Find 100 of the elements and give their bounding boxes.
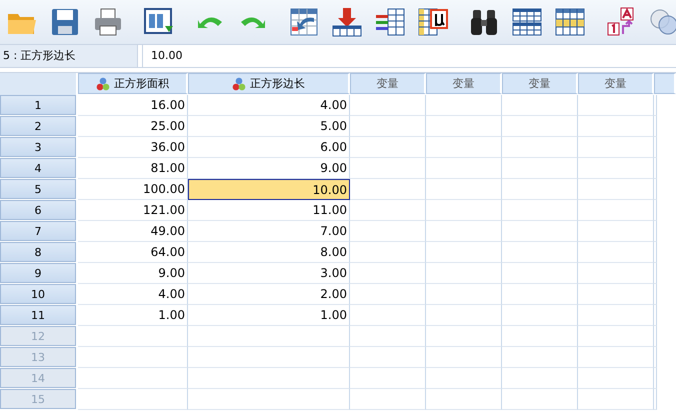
empty-cell[interactable] — [502, 242, 578, 263]
empty-cell[interactable] — [426, 158, 502, 179]
empty-cell[interactable] — [78, 368, 188, 389]
empty-cell[interactable] — [578, 242, 654, 263]
table-cell[interactable]: 1.00 — [188, 305, 350, 326]
row-header[interactable]: 3 — [0, 137, 76, 157]
empty-cell[interactable] — [502, 305, 578, 326]
row-header[interactable]: 5 — [0, 179, 76, 199]
table-cell[interactable]: 81.00 — [78, 158, 188, 179]
row-header[interactable]: 6 — [0, 200, 76, 220]
empty-cell[interactable] — [426, 389, 502, 410]
print-icon[interactable] — [92, 6, 124, 38]
table-cell[interactable]: 9.00 — [78, 263, 188, 284]
empty-cell[interactable] — [502, 347, 578, 368]
table-cell[interactable]: 49.00 — [78, 221, 188, 242]
row-header[interactable]: 4 — [0, 158, 76, 178]
table-cell[interactable]: 1.00 — [78, 305, 188, 326]
empty-cell[interactable] — [654, 158, 657, 179]
empty-cell[interactable] — [188, 368, 350, 389]
table-cell[interactable]: 121.00 — [78, 200, 188, 221]
empty-cell[interactable] — [578, 95, 654, 116]
row-header[interactable]: 9 — [0, 263, 76, 283]
empty-cell[interactable] — [426, 116, 502, 137]
empty-cell[interactable] — [350, 347, 426, 368]
empty-cell[interactable] — [350, 221, 426, 242]
empty-cell[interactable] — [350, 263, 426, 284]
empty-cell[interactable] — [502, 95, 578, 116]
empty-cell[interactable] — [578, 221, 654, 242]
column-header[interactable]: 变量 — [578, 73, 654, 94]
empty-cell[interactable] — [426, 368, 502, 389]
empty-cell[interactable] — [426, 284, 502, 305]
empty-cell[interactable] — [578, 284, 654, 305]
table-cell[interactable]: 4.00 — [188, 95, 350, 116]
empty-cell[interactable] — [654, 137, 657, 158]
table-cell[interactable]: 11.00 — [188, 200, 350, 221]
empty-cell[interactable] — [426, 326, 502, 347]
row-header[interactable]: 2 — [0, 116, 76, 136]
empty-cell[interactable] — [654, 347, 657, 368]
table-cell[interactable]: 2.00 — [188, 284, 350, 305]
row-header[interactable]: 8 — [0, 242, 76, 262]
table-cell[interactable]: 64.00 — [78, 242, 188, 263]
empty-cell[interactable] — [426, 305, 502, 326]
empty-cell[interactable] — [350, 137, 426, 158]
table-cell[interactable]: 25.00 — [78, 116, 188, 137]
empty-cell[interactable] — [426, 347, 502, 368]
empty-cell[interactable] — [350, 326, 426, 347]
empty-cell[interactable] — [578, 158, 654, 179]
empty-cell[interactable] — [78, 347, 188, 368]
empty-cell[interactable] — [426, 200, 502, 221]
empty-cell[interactable] — [426, 221, 502, 242]
empty-cell[interactable] — [426, 95, 502, 116]
empty-cell[interactable] — [654, 116, 657, 137]
insert-row-icon[interactable] — [331, 6, 363, 38]
empty-cell[interactable] — [654, 305, 657, 326]
empty-cell[interactable] — [350, 389, 426, 410]
table-cell[interactable]: 16.00 — [78, 95, 188, 116]
table-cell[interactable]: 3.00 — [188, 263, 350, 284]
corner-cell[interactable] — [0, 73, 78, 95]
empty-cell[interactable] — [502, 326, 578, 347]
empty-cell[interactable] — [654, 263, 657, 284]
column-header[interactable]: 正方形边长 — [188, 73, 350, 94]
empty-cell[interactable] — [426, 242, 502, 263]
empty-cell[interactable] — [502, 137, 578, 158]
empty-cell[interactable] — [654, 200, 657, 221]
empty-cell[interactable] — [502, 368, 578, 389]
column-header[interactable]: 变量 — [426, 73, 502, 94]
empty-cell[interactable] — [426, 179, 502, 200]
empty-cell[interactable] — [578, 179, 654, 200]
empty-cell[interactable] — [578, 368, 654, 389]
grid-arrow-icon[interactable] — [288, 6, 320, 38]
row-header[interactable]: 1 — [0, 95, 76, 115]
empty-cell[interactable] — [654, 221, 657, 242]
empty-cell[interactable] — [78, 389, 188, 410]
empty-cell[interactable] — [578, 326, 654, 347]
empty-cell[interactable] — [654, 389, 657, 410]
insert-column-icon[interactable] — [374, 6, 406, 38]
column-header[interactable]: 正方形面积 — [78, 73, 188, 94]
table-cell[interactable]: 36.00 — [78, 137, 188, 158]
empty-cell[interactable] — [426, 137, 502, 158]
column-header[interactable]: 变量 — [502, 73, 578, 94]
empty-cell[interactable] — [350, 158, 426, 179]
empty-cell[interactable] — [578, 347, 654, 368]
empty-cell[interactable] — [502, 179, 578, 200]
empty-cell[interactable] — [350, 284, 426, 305]
empty-cell[interactable] — [188, 347, 350, 368]
empty-cell[interactable] — [654, 242, 657, 263]
row-header[interactable]: 10 — [0, 284, 76, 304]
empty-cell[interactable] — [578, 200, 654, 221]
grid-icon[interactable] — [554, 6, 586, 38]
empty-cell[interactable] — [502, 158, 578, 179]
empty-cell[interactable] — [502, 116, 578, 137]
empty-cell[interactable] — [350, 200, 426, 221]
table-cell[interactable]: 5.00 — [188, 116, 350, 137]
empty-cell[interactable] — [78, 326, 188, 347]
empty-cell[interactable] — [350, 368, 426, 389]
empty-cell[interactable] — [578, 137, 654, 158]
empty-cell[interactable] — [578, 389, 654, 410]
empty-cell[interactable] — [188, 326, 350, 347]
empty-cell[interactable] — [654, 95, 657, 116]
save-icon[interactable] — [49, 6, 81, 38]
